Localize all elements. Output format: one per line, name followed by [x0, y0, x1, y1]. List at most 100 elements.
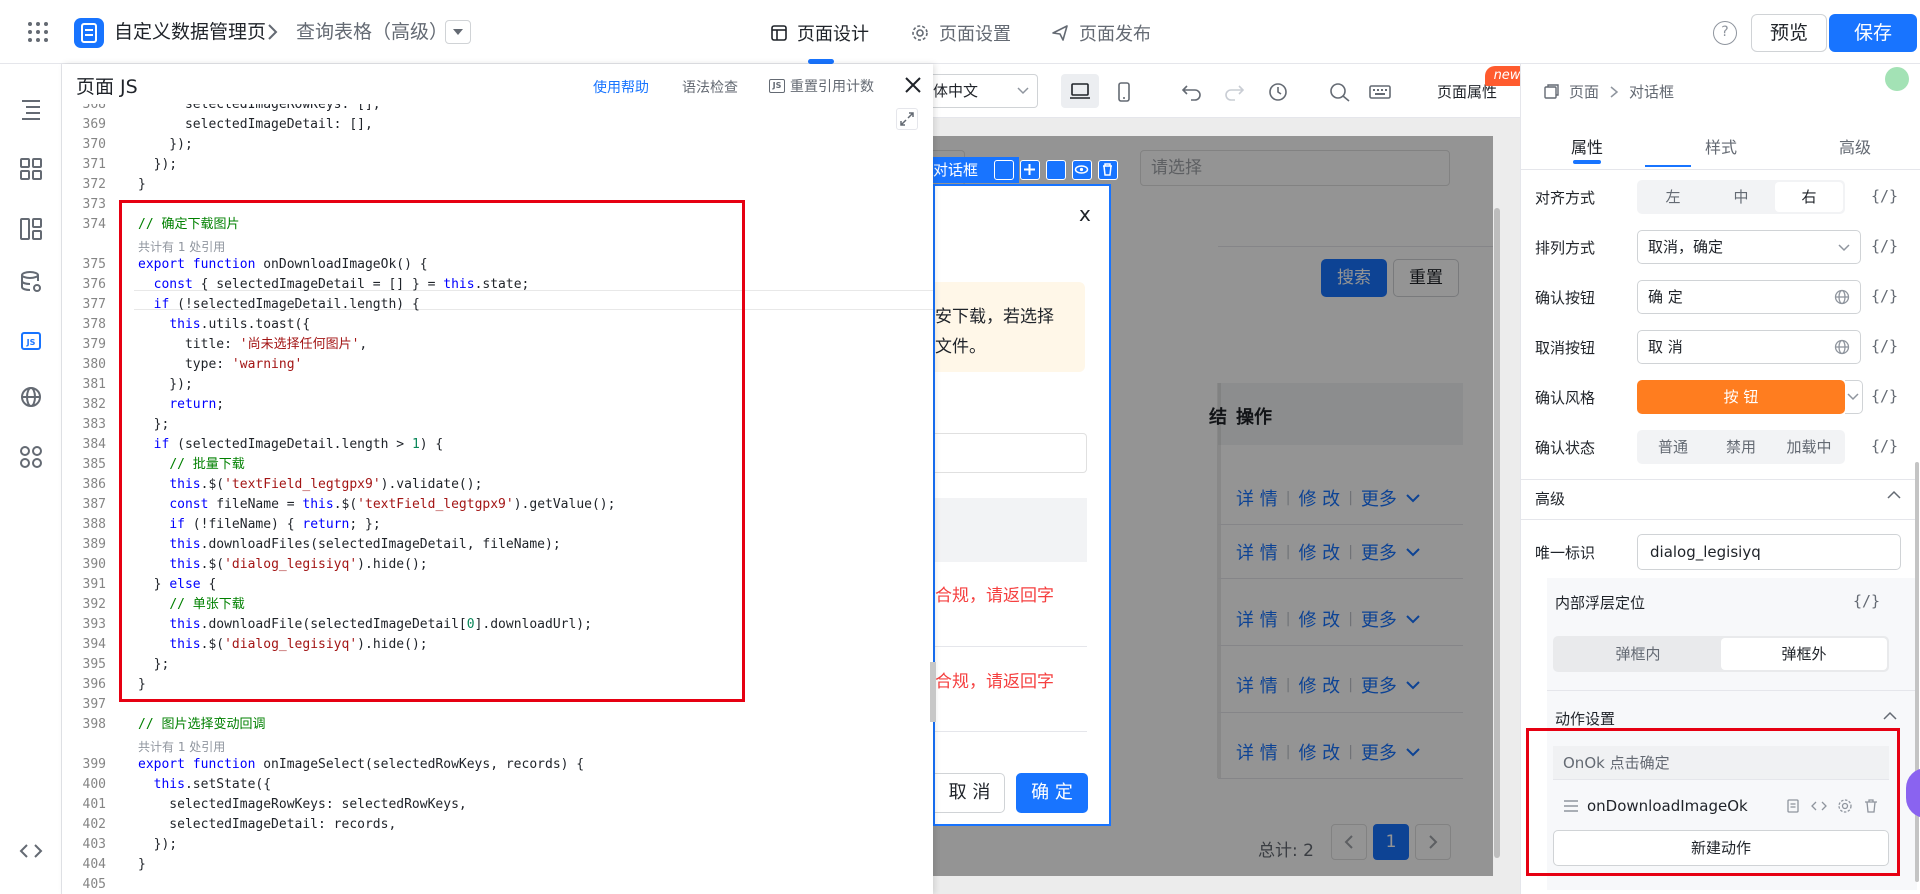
outline-icon[interactable] [18, 96, 44, 122]
state-disabled-option[interactable]: 禁用 [1707, 432, 1775, 462]
row-divider [935, 731, 1087, 732]
js-icon[interactable]: JS [18, 328, 44, 354]
tab-style[interactable]: 样式 [1705, 134, 1737, 158]
variable-binding-icon[interactable]: {/} [1871, 387, 1898, 405]
plugins-icon[interactable] [18, 444, 44, 470]
variable-binding-icon[interactable]: {/} [1871, 337, 1898, 355]
visibility-icon[interactable] [1072, 160, 1092, 180]
layer-inside-option[interactable]: 弹框内 [1555, 638, 1721, 670]
section-divider [1521, 519, 1917, 520]
js-icon: JS [769, 79, 785, 93]
help-link[interactable]: 使用帮助 [593, 77, 649, 97]
state-loading-option[interactable]: 加载中 [1775, 432, 1843, 462]
trash-icon[interactable] [1098, 160, 1118, 180]
tab-label: 页面设置 [939, 24, 1011, 45]
redo-icon[interactable] [1223, 82, 1245, 102]
code-icon[interactable] [18, 838, 44, 864]
desktop-view-button[interactable] [1061, 74, 1099, 108]
tab-properties[interactable]: 属性 [1571, 134, 1603, 158]
top-bar: 自定义数据管理页 查询表格（高级） 页面设计 页面设置 页面发布 ? 预览 保存 [0, 0, 1920, 64]
expand-icon[interactable] [896, 108, 918, 130]
variable-binding-icon[interactable]: {/} [1871, 187, 1898, 205]
highlight-box [119, 200, 745, 702]
variable-binding-icon[interactable]: {/} [1853, 592, 1880, 610]
breadcrumb-dialog[interactable]: 对话框 [1629, 81, 1674, 102]
mobile-view-icon[interactable] [1113, 82, 1135, 102]
chevron-right-icon [264, 22, 280, 42]
globe-icon[interactable] [1834, 339, 1850, 355]
add-icon[interactable] [1020, 160, 1040, 180]
tab-label: 页面发布 [1079, 24, 1151, 45]
order-select[interactable]: 取消，确定 [1637, 230, 1861, 264]
warning-text: 安下载，若选择 [935, 307, 1054, 327]
layer-outside-option[interactable]: 弹框外 [1721, 638, 1887, 670]
layout-icon [771, 25, 787, 41]
app-name[interactable]: 自定义数据管理页 [114, 20, 266, 44]
reset-ref-count-link[interactable]: JS 重置引用计数 [769, 76, 874, 96]
variable-binding-icon[interactable]: {/} [1871, 287, 1898, 305]
layer-position-segmented: 弹框内 弹框外 [1553, 636, 1889, 672]
language-select[interactable]: 体中文 [933, 74, 1038, 108]
tab-advanced[interactable]: 高级 [1839, 134, 1871, 158]
page-name[interactable]: 查询表格（高级） [296, 20, 448, 44]
close-icon[interactable] [904, 76, 922, 94]
panel-scrollbar[interactable] [1915, 462, 1919, 882]
unique-id-input[interactable]: dialog_legisiyq [1637, 534, 1901, 570]
app-grid-icon[interactable] [26, 20, 50, 44]
state-normal-option[interactable]: 普通 [1639, 432, 1707, 462]
components-icon[interactable] [18, 156, 44, 182]
breadcrumb-page[interactable]: 页面 [1569, 81, 1599, 102]
chevron-up-icon[interactable] [1883, 711, 1897, 721]
active-tab-indicator [1573, 160, 1601, 164]
help-icon[interactable]: ? [1713, 21, 1737, 45]
left-rail: JS [0, 64, 62, 894]
lint-link[interactable]: 语法检查 [682, 77, 738, 97]
canvas-scrollbar[interactable] [1494, 208, 1500, 858]
dialog: x 安下载，若选择 文件。 合规，请返回字 合规，请返回字 取 消 确 定 [933, 184, 1111, 826]
align-center-option[interactable]: 中 [1707, 182, 1775, 212]
row-divider [935, 646, 1087, 647]
chevron-down-icon [1017, 87, 1029, 95]
cancel-button-label: 取消按钮 [1535, 339, 1596, 357]
image-list-header [935, 498, 1087, 562]
save-button[interactable]: 保存 [1829, 14, 1917, 52]
globe-icon[interactable] [1834, 289, 1850, 305]
search-icon[interactable] [1329, 82, 1351, 102]
undo-icon[interactable] [1181, 82, 1203, 102]
globe-icon[interactable] [18, 384, 44, 410]
filename-input[interactable] [935, 433, 1087, 473]
action-settings-label[interactable]: 动作设置 [1555, 708, 1615, 729]
dialog-ok-button[interactable]: 确 定 [1016, 773, 1088, 813]
confirm-style-select[interactable]: 按 钮 [1637, 380, 1845, 414]
datasource-icon[interactable] [18, 269, 44, 295]
error-text: 合规，请返回字 [935, 672, 1054, 692]
confirm-state-segmented: 普通 禁用 加载中 [1637, 430, 1845, 464]
avatar[interactable] [1885, 67, 1909, 91]
panel-resize-handle[interactable] [930, 662, 936, 722]
keyboard-icon[interactable] [1369, 82, 1391, 102]
preview-button[interactable]: 预览 [1751, 14, 1827, 52]
chevron-down-icon[interactable] [1845, 380, 1863, 414]
tab-page-publish[interactable]: 页面发布 [1051, 20, 1151, 46]
page-dropdown-button[interactable] [445, 20, 471, 44]
layout-panel-icon[interactable] [18, 216, 44, 242]
variable-binding-icon[interactable]: {/} [1871, 437, 1898, 455]
dialog-cancel-button[interactable]: 取 消 [935, 773, 1005, 813]
align-left-option[interactable]: 左 [1639, 182, 1707, 212]
advanced-section-title[interactable]: 高级 [1535, 488, 1565, 509]
reference-hint[interactable]: 共计有 1 处引用 [138, 740, 225, 754]
history-icon[interactable] [1267, 82, 1289, 102]
align-right-option[interactable]: 右 [1775, 182, 1843, 212]
cancel-button-input[interactable]: 取 消 [1637, 330, 1861, 364]
tab-page-design[interactable]: 页面设计 [771, 20, 869, 46]
variable-binding-icon[interactable]: {/} [1871, 237, 1898, 255]
chevron-up-icon[interactable] [1887, 490, 1901, 500]
section-divider [1521, 479, 1917, 480]
tab-page-settings[interactable]: 页面设置 [911, 20, 1011, 46]
copy-icon[interactable] [1046, 160, 1066, 180]
insert-above-icon[interactable] [994, 160, 1014, 180]
close-icon[interactable]: x [1079, 202, 1091, 226]
confirm-state-label: 确认状态 [1535, 439, 1596, 457]
confirm-button-input[interactable]: 确 定 [1637, 280, 1861, 314]
reset-ref-count-label: 重置引用计数 [790, 79, 874, 95]
